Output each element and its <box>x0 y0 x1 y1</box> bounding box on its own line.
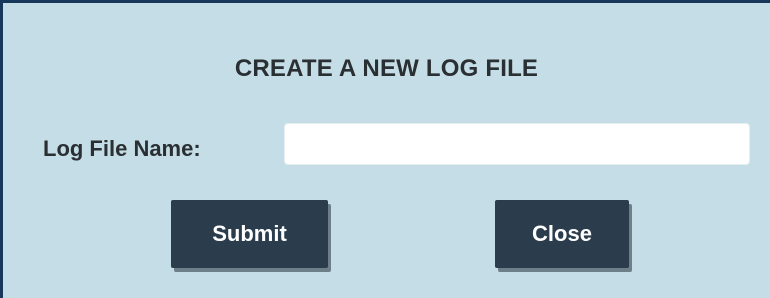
submit-button[interactable]: Submit <box>171 200 328 268</box>
create-log-file-dialog: CREATE A NEW LOG FILE Log File Name: Sub… <box>0 0 770 298</box>
log-file-name-input[interactable] <box>284 123 750 165</box>
log-file-name-label: Log File Name: <box>43 136 201 161</box>
close-button[interactable]: Close <box>495 200 629 268</box>
dialog-title: CREATE A NEW LOG FILE <box>234 55 539 82</box>
